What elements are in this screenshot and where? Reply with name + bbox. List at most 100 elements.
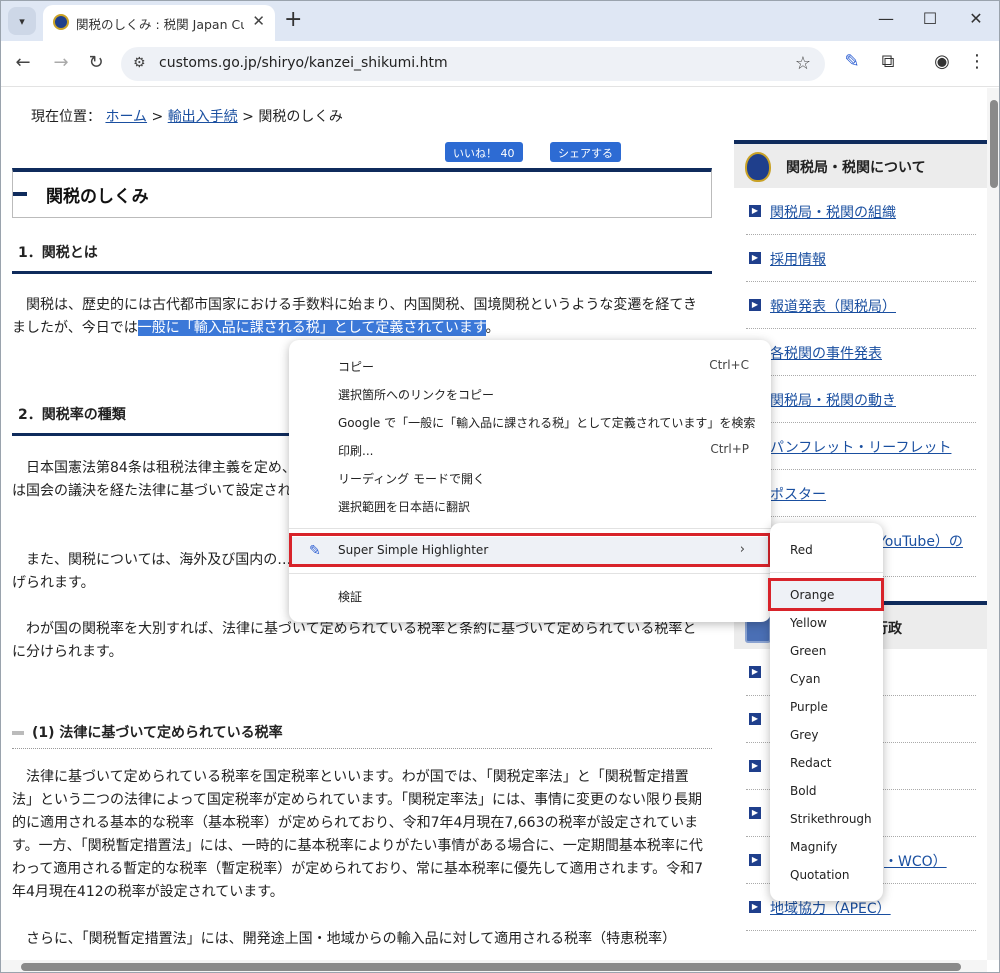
vertical-scrollbar[interactable] bbox=[987, 88, 999, 960]
menu-item-label: 印刷... bbox=[338, 444, 374, 458]
tab-search-button[interactable]: ▾ bbox=[8, 7, 36, 35]
arrow-right-icon: ▶ bbox=[749, 713, 761, 725]
breadcrumb-current: 関税のしくみ bbox=[258, 109, 343, 125]
submenu-item-magnify[interactable]: Magnify bbox=[770, 833, 883, 861]
sidebar-link[interactable]: ▶ 関税局・税関の組織 bbox=[746, 188, 976, 235]
sidebar-link-label[interactable]: ポスター bbox=[770, 484, 826, 504]
selected-text[interactable]: 一般に「輸入品に課される税」として定義されています bbox=[137, 320, 486, 336]
submenu-item-cyan[interactable]: Cyan bbox=[770, 665, 883, 693]
page-title-box: 関税のしくみ bbox=[12, 168, 712, 218]
sidebar-link[interactable]: ▶関税局・税関の動き bbox=[746, 376, 976, 423]
tab-strip: ▾ 関税のしくみ : 税関 Japan Customs ✕ + — ☐ ✕ bbox=[1, 1, 999, 41]
submenu-item-label: Cyan bbox=[790, 672, 821, 686]
browser-toolbar: ← → ↻ ⚙ customs.go.jp/shiryo/kanzei_shik… bbox=[1, 41, 999, 87]
sidebar-heading: 関税局・税関について bbox=[734, 140, 987, 188]
breadcrumb: 現在位置： ホーム > 輸出入手続 > 関税のしくみ bbox=[31, 106, 343, 126]
submenu-item-quotation[interactable]: Quotation bbox=[770, 861, 883, 889]
menu-item-reading-mode[interactable]: リーディング モードで開く bbox=[289, 464, 771, 492]
profile-icon[interactable]: ◉ bbox=[929, 51, 955, 72]
submenu-item-strikethrough[interactable]: Strikethrough bbox=[770, 805, 883, 833]
sidebar-link-label[interactable]: 各税関の事件発表 bbox=[770, 343, 882, 363]
submenu-item-label: Purple bbox=[790, 700, 828, 714]
sidebar-link[interactable]: ▶パンフレット・リーフレット bbox=[746, 423, 976, 470]
annotation-highlight-box bbox=[768, 578, 884, 611]
sidebar-link-label[interactable]: 関税局・税関の組織 bbox=[770, 202, 896, 222]
address-bar[interactable]: ⚙ customs.go.jp/shiryo/kanzei_shikumi.ht… bbox=[121, 47, 825, 81]
site-info-icon[interactable]: ⚙ bbox=[133, 55, 146, 71]
menu-item-label: 選択箇所へのリンクをコピー bbox=[338, 388, 495, 402]
submenu-item-grey[interactable]: Grey bbox=[770, 721, 883, 749]
breadcrumb-prefix: 現在位置： bbox=[31, 109, 101, 125]
menu-item-inspect[interactable]: 検証 bbox=[289, 582, 771, 610]
sidebar-heading-text: 関税局・税関について bbox=[786, 160, 926, 176]
submenu-item-label: Red bbox=[790, 543, 813, 557]
menu-item-print[interactable]: 印刷... Ctrl+P bbox=[289, 436, 771, 464]
menu-item-label: リーディング モードで開く bbox=[338, 472, 485, 486]
menu-item-label: 検証 bbox=[338, 590, 363, 604]
extensions-icon[interactable]: ⧉ bbox=[875, 51, 901, 72]
menu-item-copy[interactable]: コピー Ctrl+C bbox=[289, 352, 771, 380]
menu-item-label: Google で「一般に「輸入品に課される税」として定義されています」を検索 bbox=[338, 416, 756, 430]
arrow-right-icon: ▶ bbox=[749, 807, 761, 819]
highlighter-extension-icon[interactable]: ✎ bbox=[839, 51, 865, 72]
minimize-button[interactable]: — bbox=[871, 9, 901, 28]
submenu-item-purple[interactable]: Purple bbox=[770, 693, 883, 721]
context-menu: コピー Ctrl+C 選択箇所へのリンクをコピー Google で「一般に「輸入品… bbox=[289, 340, 771, 622]
sidebar-link[interactable]: ▶ 報道発表（関税局） bbox=[746, 282, 976, 329]
subsection-paragraph: さらに、「関税暫定措置法」には、開発途上国・地域からの輸入品に対して適用される税… bbox=[12, 931, 677, 947]
menu-item-copy-link[interactable]: 選択箇所へのリンクをコピー bbox=[289, 380, 771, 408]
bookmark-star-icon[interactable]: ☆ bbox=[795, 53, 811, 74]
breadcrumb-section-link[interactable]: 輸出入手続 bbox=[168, 109, 238, 125]
facebook-like-button[interactable]: いいね！ 40 bbox=[445, 142, 523, 162]
subsection-title: (1) 法律に基づいて定められている税率 bbox=[32, 725, 283, 741]
breadcrumb-separator: > bbox=[151, 109, 164, 125]
paragraph-text: 。 bbox=[485, 320, 500, 336]
sidebar-link-label[interactable]: 地域協力（APEC） bbox=[770, 898, 891, 918]
new-tab-button[interactable]: + bbox=[284, 7, 302, 32]
submenu-item-label: Magnify bbox=[790, 840, 838, 854]
menu-item-shortcut: Ctrl+P bbox=[710, 442, 749, 456]
submenu-item-label: Bold bbox=[790, 784, 817, 798]
menu-item-label: 選択範囲を日本語に翻訳 bbox=[338, 500, 471, 514]
section1-paragraph: 関税は、歴史的には古代都市国家における手数料に始まり、内国関税、国境関税というよ… bbox=[12, 294, 707, 340]
customs-favicon-icon bbox=[53, 14, 69, 30]
submenu-item-yellow[interactable]: Yellow bbox=[770, 609, 883, 637]
menu-separator bbox=[289, 528, 771, 529]
submenu-item-bold[interactable]: Bold bbox=[770, 777, 883, 805]
close-window-button[interactable]: ✕ bbox=[961, 9, 991, 28]
maximize-button[interactable]: ☐ bbox=[915, 9, 945, 28]
submenu-item-redact[interactable]: Redact bbox=[770, 749, 883, 777]
submenu-item-label: Green bbox=[790, 644, 827, 658]
submenu-item-label: Yellow bbox=[790, 616, 827, 630]
scrollbar-thumb[interactable] bbox=[21, 963, 961, 971]
active-tab[interactable]: 関税のしくみ : 税関 Japan Customs ✕ bbox=[43, 5, 275, 41]
subsection-heading: (1) 法律に基づいて定められている税率 bbox=[12, 722, 712, 749]
arrow-right-icon: ▶ bbox=[749, 760, 761, 772]
sidebar-link-label[interactable]: パンフレット・リーフレット bbox=[770, 437, 951, 457]
sidebar-link[interactable]: ▶各税関の事件発表 bbox=[746, 329, 976, 376]
close-tab-icon[interactable]: ✕ bbox=[252, 12, 265, 30]
back-button[interactable]: ← bbox=[11, 52, 35, 73]
menu-item-label: コピー bbox=[338, 360, 375, 374]
submenu-item-red[interactable]: Red bbox=[770, 536, 883, 564]
menu-kebab-icon[interactable]: ⋮ bbox=[964, 51, 990, 72]
reload-button[interactable]: ↻ bbox=[84, 52, 108, 73]
breadcrumb-home-link[interactable]: ホーム bbox=[105, 109, 147, 125]
menu-item-translate[interactable]: 選択範囲を日本語に翻訳 bbox=[289, 492, 771, 520]
menu-item-google-search[interactable]: Google で「一般に「輸入品に課される税」として定義されています」を検索 bbox=[289, 408, 771, 436]
horizontal-scrollbar[interactable] bbox=[1, 960, 987, 972]
page-title: 関税のしくみ bbox=[46, 187, 149, 207]
scrollbar-thumb[interactable] bbox=[990, 100, 998, 188]
sidebar-link-label[interactable]: 採用情報 bbox=[770, 249, 826, 269]
sidebar-link[interactable]: ▶ポスター bbox=[746, 470, 976, 517]
submenu-item-label: Quotation bbox=[790, 868, 850, 882]
breadcrumb-separator: > bbox=[242, 109, 254, 125]
facebook-share-button[interactable]: シェアする bbox=[550, 142, 621, 162]
sidebar-link-label[interactable]: 関税局・税関の動き bbox=[770, 390, 896, 410]
sidebar-link[interactable]: ▶ 採用情報 bbox=[746, 235, 976, 282]
sidebar-link-label[interactable]: ・WCO） bbox=[884, 851, 947, 871]
sidebar-link-label[interactable]: 報道発表（関税局） bbox=[770, 296, 896, 316]
forward-button[interactable]: → bbox=[49, 52, 73, 73]
menu-separator bbox=[770, 572, 883, 573]
submenu-item-green[interactable]: Green bbox=[770, 637, 883, 665]
